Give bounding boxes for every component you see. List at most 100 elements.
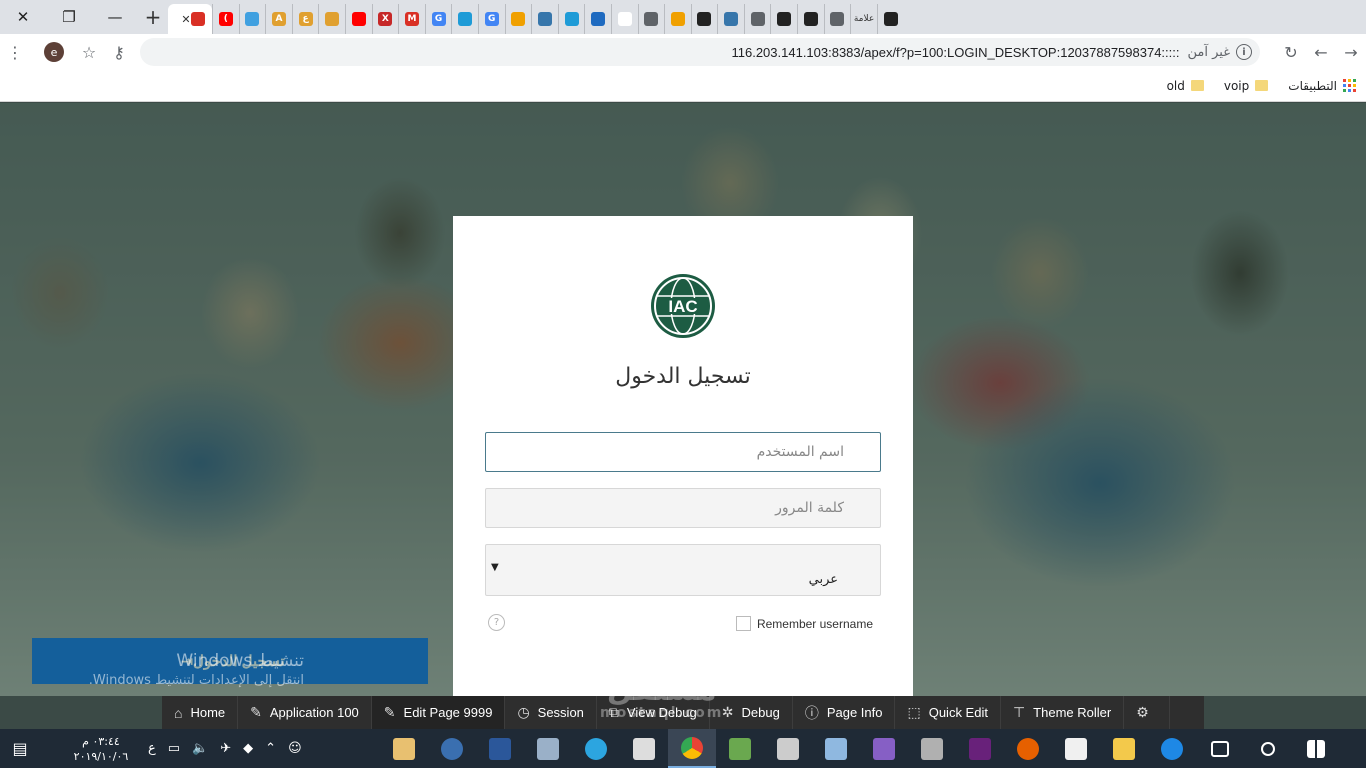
tab[interactable] (451, 4, 478, 34)
tab-favicon-icon: A (271, 12, 286, 26)
taskbar-app-notes[interactable] (812, 729, 860, 768)
taskbar-app-database[interactable] (908, 729, 956, 768)
tab[interactable] (690, 4, 718, 34)
tab[interactable] (557, 4, 585, 34)
taskbar-app-word[interactable] (476, 729, 524, 768)
close-window-button[interactable]: ✕ (0, 0, 46, 34)
tab[interactable]: G (424, 4, 452, 34)
taskbar-app-calculator[interactable] (764, 729, 812, 768)
tab[interactable] (531, 4, 558, 34)
dev-application-button[interactable]: ✎ Application 100 (238, 696, 372, 729)
activation-title: تنشيط Windows (176, 651, 304, 671)
chevron-up-icon[interactable]: ⌃ (265, 741, 276, 756)
volume-icon[interactable]: 🔈 (192, 741, 208, 756)
tab[interactable] (344, 4, 372, 34)
bookmark-apps[interactable]: التطبيقات (1288, 79, 1356, 93)
taskbar-app-chart[interactable] (716, 729, 764, 768)
taskbar-app-paint[interactable] (380, 729, 428, 768)
bookmark-old[interactable]: old (1167, 79, 1204, 93)
taskbar-app-telegram[interactable] (572, 729, 620, 768)
taskbar-app-chrome[interactable] (667, 729, 716, 768)
tab[interactable] (876, 4, 904, 34)
profile-avatar[interactable]: e (44, 42, 64, 62)
folder-icon (1190, 80, 1204, 91)
tab-favicon-icon (325, 12, 340, 26)
restore-window-button[interactable]: ❐ (46, 0, 92, 34)
tab[interactable] (504, 4, 532, 34)
tab[interactable] (584, 4, 611, 34)
password-input[interactable] (485, 488, 881, 528)
dev-settings-button[interactable]: ⚙ (1124, 696, 1170, 729)
tab-favicon-icon (351, 12, 366, 26)
tab[interactable]: A (265, 4, 292, 34)
tab-active[interactable]: ✕ (168, 4, 212, 34)
tab[interactable]: G (477, 4, 505, 34)
back-icon[interactable]: → (1336, 37, 1366, 67)
menu-icon[interactable]: ⋮ (0, 37, 30, 67)
help-icon[interactable]: ? (488, 614, 505, 631)
dev-quick-edit-button[interactable]: ⬚ Quick Edit (895, 696, 1001, 729)
dropbox-icon[interactable]: ◆ (243, 741, 253, 756)
taskbar-app-visual-studio-2[interactable] (956, 729, 1004, 768)
browser-toolbar: ⋮ e ☆ ⚷ 116.203.141.103:8383/apex/f?p=10… (0, 34, 1366, 70)
dev-edit-page-button[interactable]: ✎ Edit Page 9999 (371, 696, 506, 729)
taskbar-app-edge[interactable] (1148, 729, 1196, 768)
tab[interactable]: X (371, 4, 399, 34)
new-tab-button[interactable]: + (138, 0, 168, 34)
bookmark-star-icon[interactable]: ☆ (74, 37, 104, 67)
search-icon[interactable] (1244, 729, 1292, 768)
bookmark-voip[interactable]: voip (1223, 78, 1269, 93)
tab[interactable] (637, 4, 665, 34)
tab[interactable] (743, 4, 771, 34)
gear-icon: ⚙ (1136, 704, 1149, 720)
input-language[interactable]: ع (148, 741, 156, 756)
tab[interactable]: ( (212, 4, 239, 34)
username-input[interactable] (485, 432, 881, 472)
close-tab-icon[interactable]: ✕ (181, 13, 190, 26)
taskbar-app-visual-studio[interactable] (860, 729, 908, 768)
info-icon[interactable]: i (1236, 44, 1252, 60)
dev-session-button[interactable]: ◷ Session (505, 696, 597, 729)
dev-theme-roller-button[interactable]: ⊤ Theme Roller (1001, 696, 1125, 729)
tab[interactable]: ع (291, 4, 319, 34)
tab[interactable] (238, 4, 266, 34)
taskbar-app-eclipse[interactable] (428, 729, 476, 768)
tab[interactable] (770, 4, 797, 34)
key-icon[interactable]: ⚷ (104, 37, 134, 67)
taskbar-app-photos[interactable] (620, 729, 668, 768)
taskbar-app-explorer[interactable] (1100, 729, 1148, 768)
tab[interactable] (717, 4, 744, 34)
dev-page-info-button[interactable]: ⓘ Page Info (793, 696, 896, 729)
address-bar[interactable]: 116.203.141.103:8383/apex/f?p=100:LOGIN_… (140, 38, 1260, 66)
tab-favicon-icon (644, 12, 659, 26)
dev-label: Home (190, 705, 226, 720)
url-text[interactable]: 116.203.141.103:8383/apex/f?p=100:LOGIN_… (731, 45, 1179, 60)
people-icon[interactable]: ☺ (288, 741, 302, 756)
tab[interactable] (823, 4, 851, 34)
language-select[interactable]: عربي ▼ (485, 544, 881, 596)
task-view-icon[interactable] (1196, 729, 1244, 768)
tab[interactable] (318, 4, 345, 34)
notification-icon[interactable]: ▤ (0, 734, 40, 764)
not-secure-label[interactable]: غير آمن (1188, 45, 1231, 60)
airplane-icon[interactable]: ✈ (220, 741, 231, 756)
tab[interactable] (797, 4, 824, 34)
dev-home-button[interactable]: ⌂ Home (162, 696, 239, 729)
taskbar-clock[interactable]: ٠٣:٤٤ م ٢٠١٩/١٠/٠٦ (60, 734, 142, 764)
tab[interactable]: M (398, 4, 425, 34)
forward-icon[interactable]: ← (1306, 37, 1336, 67)
remember-username[interactable]: Remember username (735, 616, 873, 631)
tab[interactable]: علامة (850, 4, 877, 34)
reload-icon[interactable]: ↻ (1276, 37, 1306, 67)
start-windows-icon[interactable] (1292, 729, 1340, 768)
minimize-window-button[interactable]: — (92, 0, 138, 34)
taskbar-app-remote[interactable] (524, 729, 572, 768)
taskbar-app-store[interactable] (1052, 729, 1100, 768)
tab[interactable] (610, 4, 638, 34)
tab[interactable] (664, 4, 691, 34)
battery-icon[interactable]: ▭ (168, 741, 180, 756)
taskbar-app-firefox[interactable] (1004, 729, 1052, 768)
dropdown-arrow-icon: ▼ (491, 562, 499, 573)
remember-checkbox[interactable] (735, 616, 751, 631)
bookmark-label: voip (1223, 78, 1250, 93)
